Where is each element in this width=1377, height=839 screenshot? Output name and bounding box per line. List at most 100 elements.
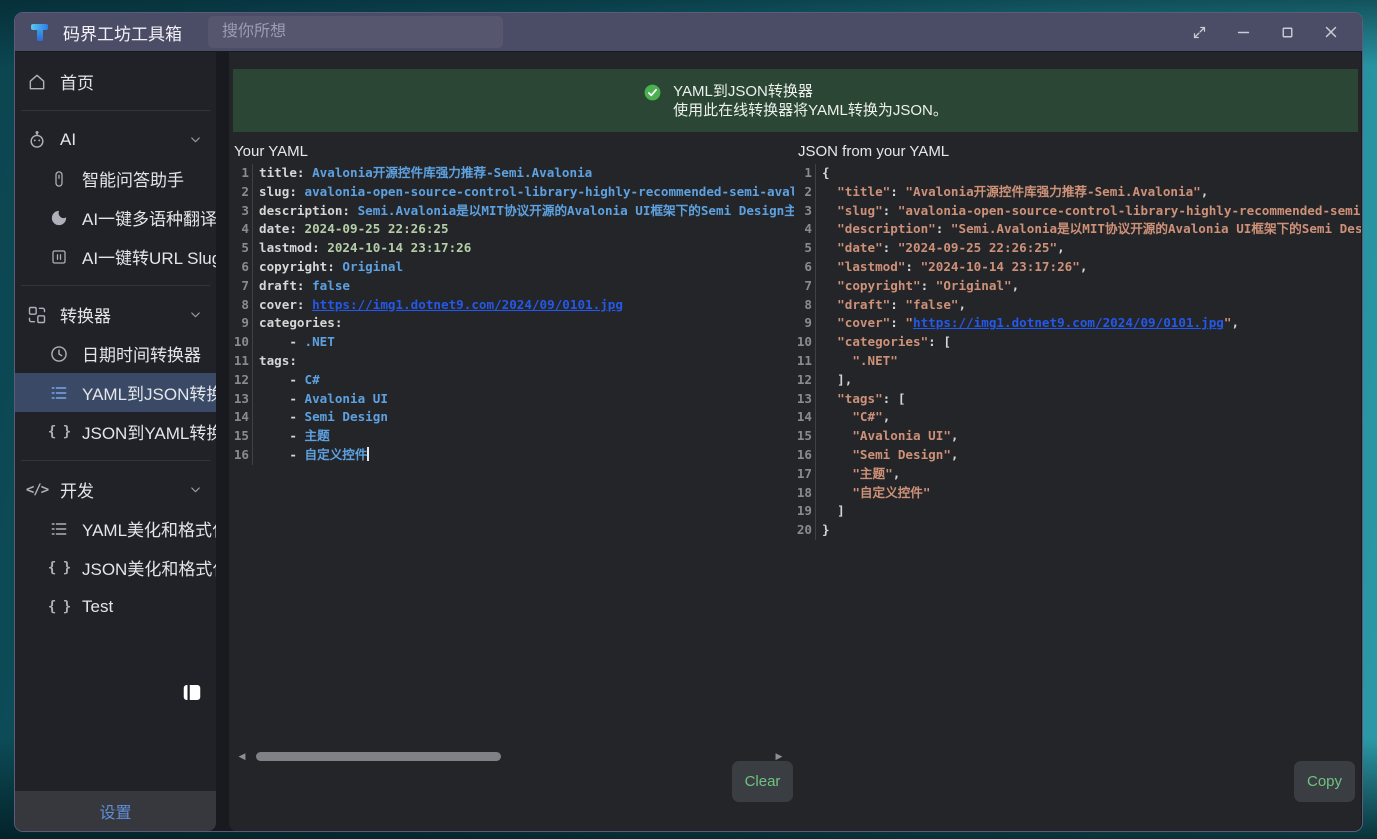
scroll-right-arrow-icon[interactable]: ▶ (772, 751, 786, 762)
expand-icon[interactable] (1188, 21, 1210, 43)
chevron-down-icon[interactable] (188, 307, 204, 323)
sidebar-item[interactable]: </>开发 (15, 470, 216, 509)
minimize-icon[interactable] (1232, 21, 1254, 43)
code-line: 8 "draft": "false", (796, 296, 1361, 315)
code-line: 12 ], (796, 371, 1361, 390)
code-line: 12 - C# (233, 371, 794, 390)
maximize-icon[interactable] (1276, 21, 1298, 43)
sidebar-item[interactable]: YAML到JSON转换器 (15, 373, 216, 412)
line-number: 5 (796, 239, 816, 258)
code-line: 13 - Avalonia UI (233, 390, 794, 409)
sidebar-item-label: AI (60, 130, 76, 150)
line-number: 7 (233, 277, 253, 296)
json-output[interactable]: 1{2 "title": "Avalonia开源控件库强力推荐-Semi.Ava… (796, 164, 1361, 756)
main-content: YAML到JSON转换器 使用此在线转换器将YAML转换为JSON。 Your … (229, 52, 1361, 831)
code-icon: </> (27, 480, 47, 500)
sidebar-item[interactable]: 转换器 (15, 295, 216, 334)
line-number: 2 (233, 183, 253, 202)
json-panel-header: JSON from your YAML (798, 143, 949, 160)
yaml-editor[interactable]: 1title: Avalonia开源控件库强力推荐-Semi.Avalonia2… (233, 164, 794, 756)
line-number: 7 (796, 277, 816, 296)
check-circle-icon (643, 83, 662, 102)
sidebar-item-label: YAML美化和格式化 (82, 516, 216, 541)
close-icon[interactable] (1320, 21, 1342, 43)
line-number: 17 (796, 465, 816, 484)
banner-subtitle: 使用此在线转换器将YAML转换为JSON。 (673, 101, 948, 120)
translate-icon (49, 208, 69, 228)
sidebar-item[interactable]: { }JSON美化和格式化 (15, 548, 216, 587)
code-line: 9 "cover": "https://img1.dotnet9.com/202… (796, 314, 1361, 333)
chevron-down-icon[interactable] (188, 132, 204, 148)
transform-icon (27, 305, 47, 325)
tool-banner: YAML到JSON转换器 使用此在线转换器将YAML转换为JSON。 (233, 69, 1358, 132)
scrollbar-track[interactable] (249, 750, 772, 762)
list-icon (49, 519, 69, 539)
home-icon (27, 72, 47, 92)
chevron-down-icon[interactable] (188, 482, 204, 498)
yaml-panel-header: Your YAML (234, 143, 308, 160)
copy-button[interactable]: Copy (1294, 761, 1355, 802)
code-line: 1{ (796, 164, 1361, 183)
collapse-sidebar-icon[interactable] (183, 684, 201, 701)
line-number: 1 (233, 164, 253, 183)
line-number: 13 (796, 390, 816, 409)
line-number: 1 (796, 164, 816, 183)
slug-icon (49, 247, 69, 267)
sidebar-item-label: JSON到YAML转换器 (82, 419, 216, 444)
code-line: 2slug: avalonia-open-source-control-libr… (233, 183, 794, 202)
sidebar-item-label: AI一键多语种翻译 (82, 205, 216, 230)
line-number: 2 (796, 183, 816, 202)
scroll-left-arrow-icon[interactable]: ◀ (235, 751, 249, 762)
sidebar-divider (21, 285, 210, 286)
search-input[interactable] (208, 16, 503, 48)
sidebar-item[interactable]: 智能问答助手 (15, 159, 216, 198)
code-line: 14 - Semi Design (233, 408, 794, 427)
sidebar-item[interactable]: AI (15, 120, 216, 159)
sidebar-item[interactable]: AI一键转URL Slug (15, 237, 216, 276)
settings-link[interactable]: 设置 (99, 799, 131, 823)
code-line: 18 "自定义控件" (796, 484, 1361, 503)
code-line: 4 "description": "Semi.Avalonia是以MIT协议开源… (796, 220, 1361, 239)
app-title: 码界工坊工具箱 (63, 20, 182, 45)
sidebar-item[interactable]: { }Test (15, 587, 216, 626)
line-number: 9 (796, 314, 816, 333)
sidebar-item[interactable]: { }JSON到YAML转换器 (15, 412, 216, 451)
sidebar-item[interactable]: 日期时间转换器 (15, 334, 216, 373)
code-line: 1title: Avalonia开源控件库强力推荐-Semi.Avalonia (233, 164, 794, 183)
line-number: 16 (233, 446, 253, 465)
line-number: 12 (796, 371, 816, 390)
sidebar-item-label: 首页 (60, 69, 94, 94)
line-number: 3 (233, 202, 253, 221)
list-icon (49, 383, 69, 403)
code-line: 16 - 自定义控件 (233, 446, 794, 465)
line-number: 19 (796, 502, 816, 521)
braces-icon: { } (49, 597, 69, 617)
banner-title: YAML到JSON转换器 (673, 82, 948, 101)
code-line: 15 - 主题 (233, 427, 794, 446)
line-number: 10 (796, 333, 816, 352)
code-line: 3description: Semi.Avalonia是以MIT协议开源的Ava… (233, 202, 794, 221)
app-window: 码界工坊工具箱 首页 AI (14, 12, 1363, 832)
settings-bar: 设置 (15, 791, 216, 831)
braces-icon: { } (49, 558, 69, 578)
sidebar-item[interactable]: 首页 (15, 62, 216, 101)
sidebar-item-label: 转换器 (60, 302, 111, 327)
sidebar-item-label: 智能问答助手 (82, 166, 184, 191)
code-line: 10 - .NET (233, 333, 794, 352)
line-number: 15 (796, 427, 816, 446)
sidebar-item[interactable]: AI一键多语种翻译 (15, 198, 216, 237)
line-number: 16 (796, 446, 816, 465)
line-number: 4 (233, 220, 253, 239)
scrollbar-thumb[interactable] (256, 752, 501, 761)
code-line: 7draft: false (233, 277, 794, 296)
line-number: 6 (233, 258, 253, 277)
line-number: 8 (796, 296, 816, 315)
line-number: 8 (233, 296, 253, 315)
code-line: 14 "C#", (796, 408, 1361, 427)
sidebar-item[interactable]: YAML美化和格式化 (15, 509, 216, 548)
code-line: 11tags: (233, 352, 794, 371)
clear-button[interactable]: Clear (732, 761, 793, 802)
app-logo-icon (29, 21, 51, 43)
line-number: 18 (796, 484, 816, 503)
horizontal-scrollbar[interactable]: ◀ ▶ (235, 749, 786, 763)
